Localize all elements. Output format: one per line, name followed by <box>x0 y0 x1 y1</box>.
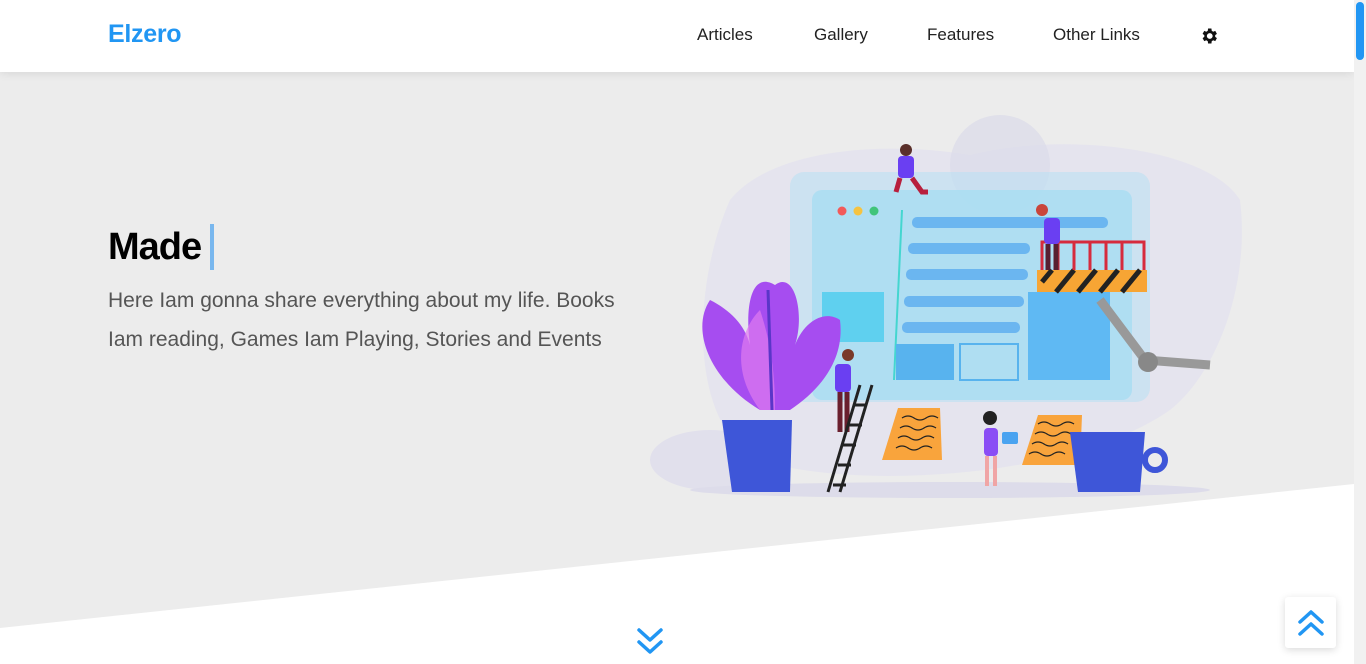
nav-link-articles[interactable]: Articles <box>697 25 753 45</box>
page-scrollbar[interactable] <box>1354 0 1366 664</box>
nav-link-features[interactable]: Features <box>927 25 994 45</box>
landing-description: Here Iam gonna share everything about my… <box>108 289 615 351</box>
landing-headline: Made <box>108 224 215 270</box>
headline-text: Made <box>108 225 202 268</box>
site-logo[interactable]: Elzero <box>108 20 182 49</box>
nav-link-other-links[interactable]: Other Links <box>1053 25 1140 45</box>
double-chevron-up-icon <box>1297 609 1324 636</box>
scrollbar-thumb[interactable] <box>1356 2 1364 60</box>
scroll-to-top-button[interactable] <box>1285 597 1336 648</box>
nav-link-gallery[interactable]: Gallery <box>814 25 868 45</box>
gear-icon[interactable] <box>1199 26 1219 46</box>
website-building-illustration <box>650 115 1242 498</box>
typing-cursor <box>210 224 215 270</box>
site-header: Elzero Articles Gallery Features Other L… <box>0 0 1354 72</box>
double-chevron-down-icon[interactable] <box>636 625 664 657</box>
